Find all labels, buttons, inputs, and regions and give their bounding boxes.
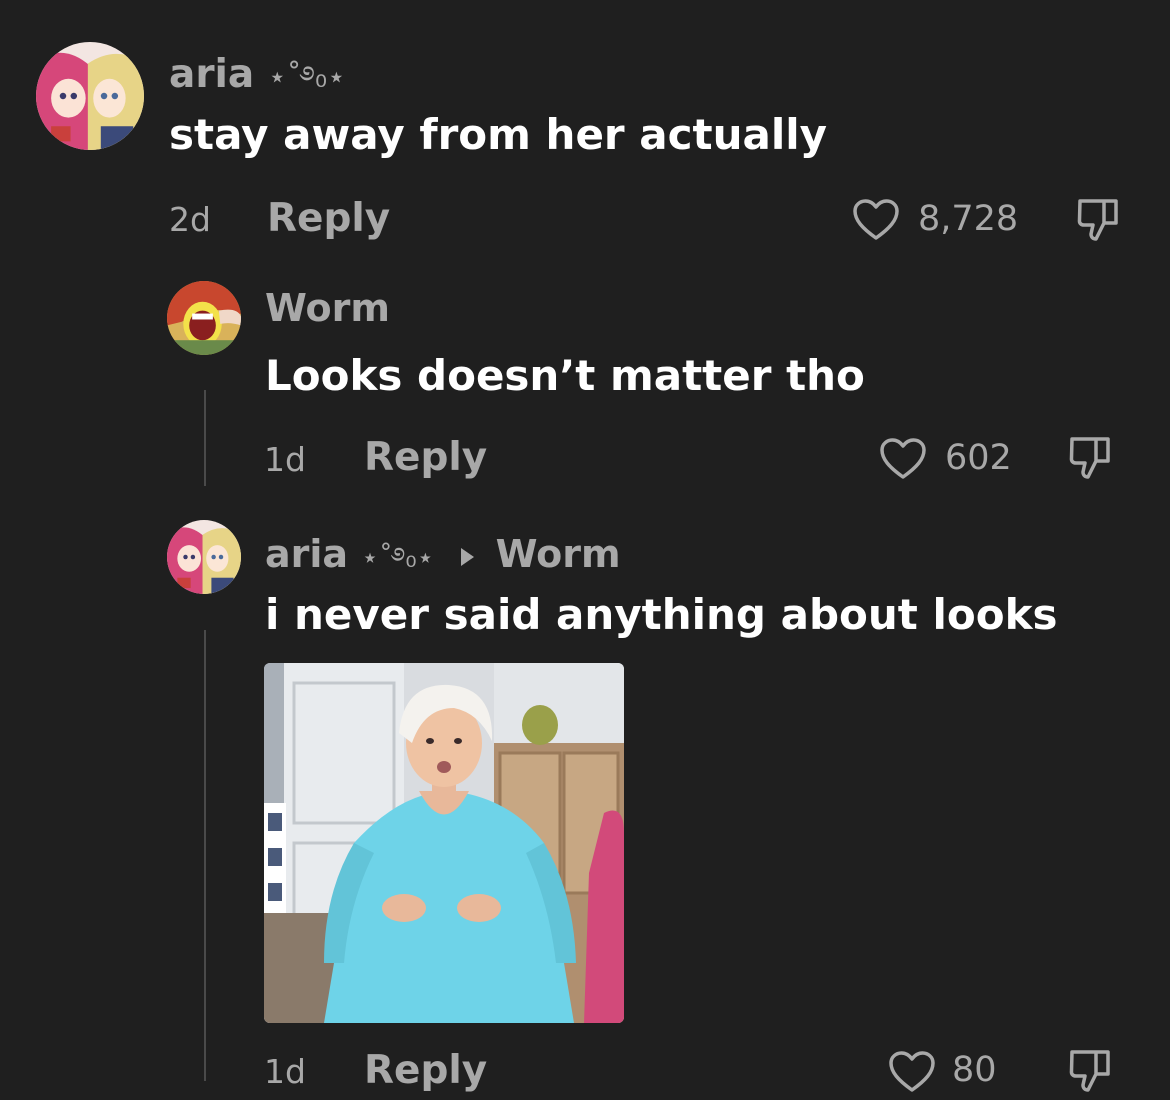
reply-button[interactable]: Reply	[364, 435, 487, 480]
avatar[interactable]	[36, 42, 144, 150]
comment-timestamp: 1d	[264, 440, 306, 479]
triangle-right-icon	[461, 547, 475, 566]
avatar[interactable]	[167, 281, 241, 355]
gif-image	[264, 663, 624, 1023]
comment-timestamp: 1d	[264, 1052, 306, 1091]
like-count: 8,728	[918, 199, 1019, 239]
reply-button[interactable]: Reply	[267, 196, 390, 241]
comment-timestamp: 2d	[169, 200, 211, 239]
reply-button[interactable]: Reply	[364, 1048, 487, 1093]
avatar[interactable]	[167, 520, 241, 594]
comment-text: Looks doesn’t matter tho	[265, 351, 865, 400]
like-count: 602	[945, 438, 1012, 478]
like-count: 80	[952, 1050, 997, 1090]
username-decoration: ⋆˚࿔₀⋆	[361, 541, 435, 574]
comment-username[interactable]: Worm	[265, 286, 390, 330]
username-name[interactable]: aria	[265, 532, 348, 576]
heart-outline-icon[interactable]	[879, 437, 927, 481]
gif-attachment[interactable]	[264, 663, 624, 1023]
heart-outline-icon[interactable]	[888, 1050, 936, 1094]
reply-to-username[interactable]: Worm	[496, 532, 621, 576]
thread-line	[204, 390, 206, 486]
username-name[interactable]: aria	[169, 52, 254, 97]
thumbs-down-icon[interactable]	[1066, 1046, 1116, 1096]
username-decoration: ⋆˚࿔₀⋆	[267, 60, 346, 95]
thumbs-down-icon[interactable]	[1074, 195, 1124, 245]
heart-outline-icon[interactable]	[852, 198, 900, 242]
comment-text: stay away from her actually	[169, 110, 827, 159]
thumbs-down-icon[interactable]	[1066, 433, 1116, 483]
comment-text: i never said anything about looks	[265, 590, 1058, 639]
thread-line	[204, 630, 206, 1081]
